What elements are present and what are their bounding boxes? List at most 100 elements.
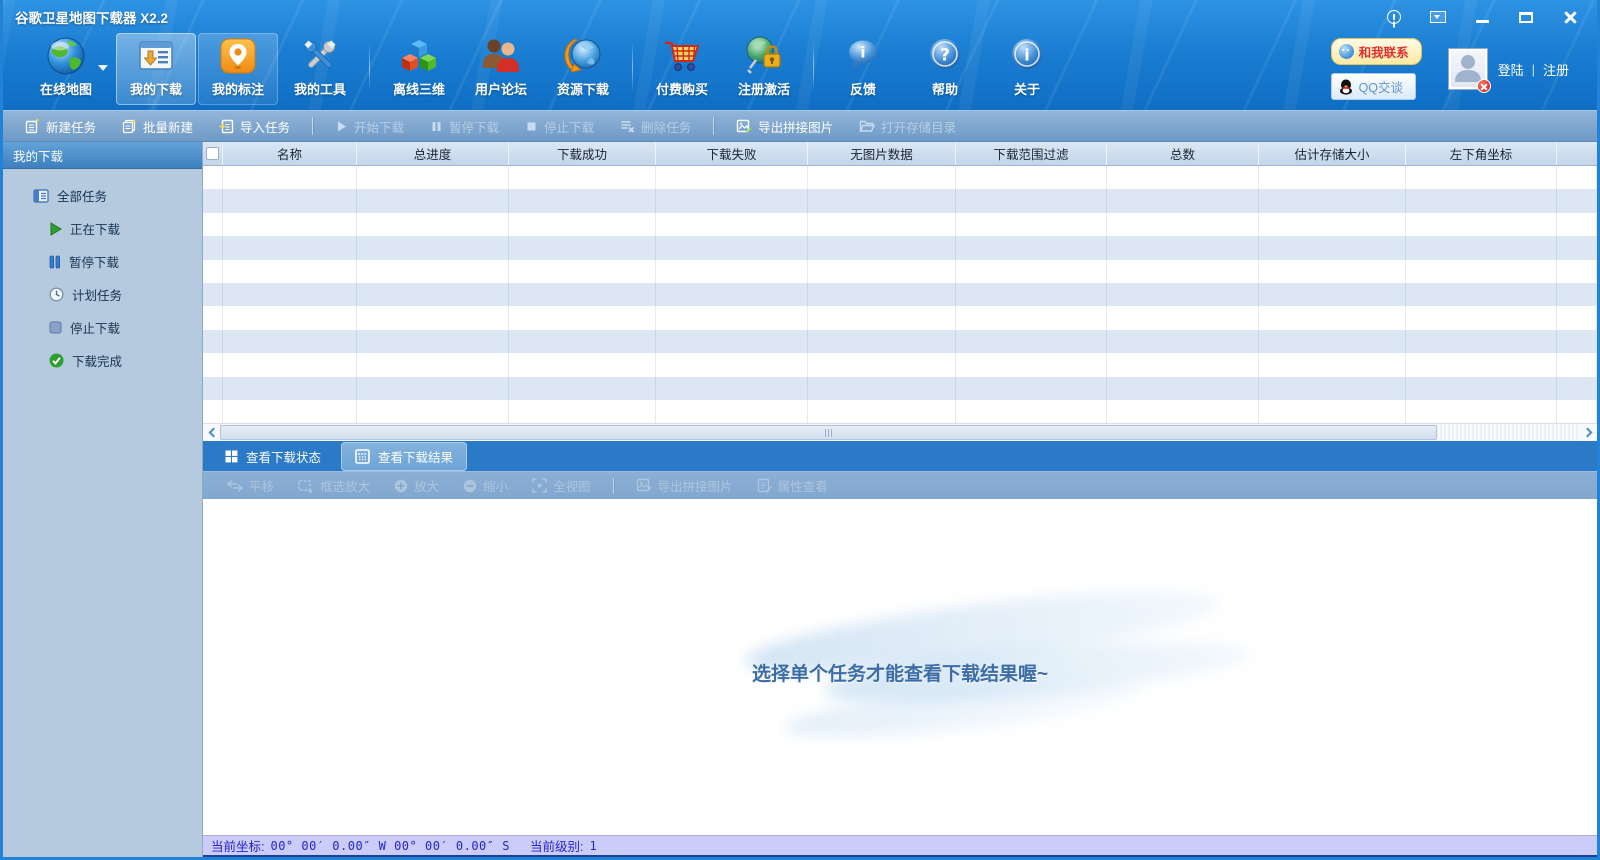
col-no-image[interactable]: 无图片数据 bbox=[808, 142, 956, 165]
feedback-bubble-icon: i bbox=[842, 33, 884, 79]
level-label: 当前级别: bbox=[530, 836, 583, 855]
col-failed[interactable]: 下载失败 bbox=[656, 142, 808, 165]
col-range-filter[interactable]: 下载范围过滤 bbox=[956, 142, 1107, 165]
window-chrome: 谷歌卫星地图下载器 X2.2 bbox=[3, 0, 1597, 110]
play-icon bbox=[49, 222, 62, 236]
tab-download-result[interactable]: 查看下载结果 bbox=[341, 442, 467, 471]
action-separator bbox=[713, 117, 714, 135]
scroll-right-button[interactable] bbox=[1580, 424, 1597, 441]
stop-download-button[interactable]: 停止下载 bbox=[513, 113, 606, 140]
sidebar-item-completed[interactable]: 下载完成 bbox=[3, 344, 202, 377]
scrollbar-track[interactable] bbox=[220, 424, 1580, 441]
help-icon: ? bbox=[924, 33, 966, 79]
col-total[interactable]: 总数 bbox=[1107, 142, 1259, 165]
toolbar-feedback[interactable]: i 反馈 bbox=[823, 33, 903, 105]
pause-download-button[interactable]: 暂停下载 bbox=[418, 113, 511, 140]
sidebar-item-all-tasks[interactable]: 全部任务 bbox=[3, 179, 202, 212]
offline-badge-icon bbox=[1477, 79, 1491, 93]
new-task-button[interactable]: 新建任务 bbox=[13, 113, 108, 140]
horizontal-scrollbar[interactable] bbox=[203, 423, 1597, 441]
table-row[interactable] bbox=[203, 236, 1597, 259]
zoom-in-button[interactable]: 放大 bbox=[382, 473, 451, 498]
col-coord[interactable]: 左下角坐标 bbox=[1406, 142, 1557, 165]
box-zoom-button[interactable]: 框选放大 bbox=[286, 473, 382, 498]
scrollbar-thumb[interactable] bbox=[220, 425, 1437, 440]
tab-download-status[interactable]: 查看下载状态 bbox=[211, 442, 335, 471]
qq-chat-button[interactable]: QQ交谈 bbox=[1331, 73, 1416, 100]
svg-text:?: ? bbox=[940, 46, 950, 66]
toolbar-offline-3d[interactable]: 离线三维 bbox=[379, 33, 459, 105]
map-marker-icon bbox=[217, 33, 259, 79]
full-view-icon bbox=[532, 478, 547, 493]
action-bar: 新建任务 批量新建 导入任务 开始下载 bbox=[3, 110, 1597, 142]
table-row[interactable] bbox=[203, 330, 1597, 353]
chevron-down-icon bbox=[98, 65, 108, 71]
batch-new-button[interactable]: 批量新建 bbox=[110, 113, 205, 140]
scroll-left-button[interactable] bbox=[203, 424, 220, 441]
maximize-icon bbox=[1519, 12, 1533, 23]
toolbar-my-downloads[interactable]: 我的下载 bbox=[116, 33, 196, 105]
col-progress[interactable]: 总进度 bbox=[357, 142, 509, 165]
globe-lock-icon bbox=[742, 33, 786, 79]
toolbar-purchase[interactable]: 付费购买 bbox=[642, 33, 722, 105]
sidebar-item-paused[interactable]: 暂停下载 bbox=[3, 245, 202, 278]
action-separator bbox=[312, 117, 313, 135]
zoom-out-button[interactable]: 缩小 bbox=[451, 473, 520, 498]
col-name[interactable]: 名称 bbox=[223, 142, 357, 165]
pan-button[interactable]: 平移 bbox=[215, 473, 286, 498]
sidebar-item-stopped[interactable]: 停止下载 bbox=[3, 311, 202, 344]
col-success[interactable]: 下载成功 bbox=[509, 142, 656, 165]
user-silhouette-icon bbox=[1453, 52, 1483, 84]
toolbar-online-map[interactable]: 在线地图 bbox=[18, 33, 114, 105]
open-storage-dir-button[interactable]: 打开存储目录 bbox=[847, 113, 968, 140]
info-button[interactable] bbox=[1383, 9, 1405, 25]
minimize-button[interactable] bbox=[1471, 9, 1493, 25]
toolbar-my-annotations[interactable]: 我的标注 bbox=[198, 33, 278, 105]
task-list-icon bbox=[33, 189, 49, 203]
coord-label: 当前坐标: bbox=[211, 836, 264, 855]
contact-me-button[interactable]: 和我联系 bbox=[1331, 38, 1422, 65]
tray-button[interactable] bbox=[1427, 9, 1449, 25]
select-all-cell[interactable] bbox=[203, 142, 223, 165]
toolbar-resource-download[interactable]: 资源下载 bbox=[543, 33, 623, 105]
full-view-button[interactable]: 全视图 bbox=[520, 473, 603, 498]
svg-text:i: i bbox=[1024, 46, 1029, 65]
table-row[interactable] bbox=[203, 166, 1597, 189]
table-row[interactable] bbox=[203, 189, 1597, 212]
delete-task-button[interactable]: 删除任务 bbox=[608, 113, 703, 140]
table-row[interactable] bbox=[203, 213, 1597, 236]
toolbar-help[interactable]: ? 帮助 bbox=[905, 33, 985, 105]
export-stitched-image-button[interactable]: 导出拼接图片 bbox=[724, 113, 845, 140]
table-row[interactable] bbox=[203, 283, 1597, 306]
zoom-out-icon bbox=[463, 479, 477, 493]
col-size[interactable]: 估计存储大小 bbox=[1259, 142, 1406, 165]
import-task-icon bbox=[219, 119, 234, 134]
register-link[interactable]: 注册 bbox=[1543, 60, 1569, 79]
select-all-checkbox[interactable] bbox=[206, 147, 219, 160]
result-view: 选择单个任务才能查看下载结果喔~ bbox=[203, 499, 1597, 835]
import-task-button[interactable]: 导入任务 bbox=[207, 113, 302, 140]
avatar[interactable] bbox=[1448, 48, 1488, 90]
maximize-button[interactable] bbox=[1515, 9, 1537, 25]
sidebar-item-downloading[interactable]: 正在下载 bbox=[3, 212, 202, 245]
properties-view-button[interactable]: 属性查看 bbox=[745, 473, 840, 498]
sidebar-item-scheduled[interactable]: 计划任务 bbox=[3, 278, 202, 311]
export-stitched-image-button-2[interactable]: 导出拼接图片 bbox=[624, 473, 745, 498]
login-link[interactable]: 登陆 bbox=[1498, 60, 1524, 79]
table-row[interactable] bbox=[203, 306, 1597, 329]
close-button[interactable] bbox=[1559, 9, 1581, 25]
toolbar-user-forum[interactable]: 用户论坛 bbox=[461, 33, 541, 105]
app-window: 谷歌卫星地图下载器 X2.2 bbox=[0, 0, 1600, 860]
table-row[interactable] bbox=[203, 353, 1597, 376]
toolbar-my-tools[interactable]: 我的工具 bbox=[280, 33, 360, 105]
toolbar-activate[interactable]: 注册激活 bbox=[724, 33, 804, 105]
title-bar: 谷歌卫星地图下载器 X2.2 bbox=[3, 0, 1597, 30]
toolbar-about[interactable]: i 关于 bbox=[987, 33, 1067, 105]
start-download-button[interactable]: 开始下载 bbox=[323, 113, 416, 140]
table-row[interactable] bbox=[203, 377, 1597, 400]
empty-state-message: 选择单个任务才能查看下载结果喔~ bbox=[752, 659, 1048, 686]
map-toolbar: 平移 框选放大 放大 bbox=[203, 471, 1597, 499]
table-row[interactable] bbox=[203, 260, 1597, 283]
svg-text:i: i bbox=[860, 44, 865, 62]
table-row[interactable] bbox=[203, 400, 1597, 423]
